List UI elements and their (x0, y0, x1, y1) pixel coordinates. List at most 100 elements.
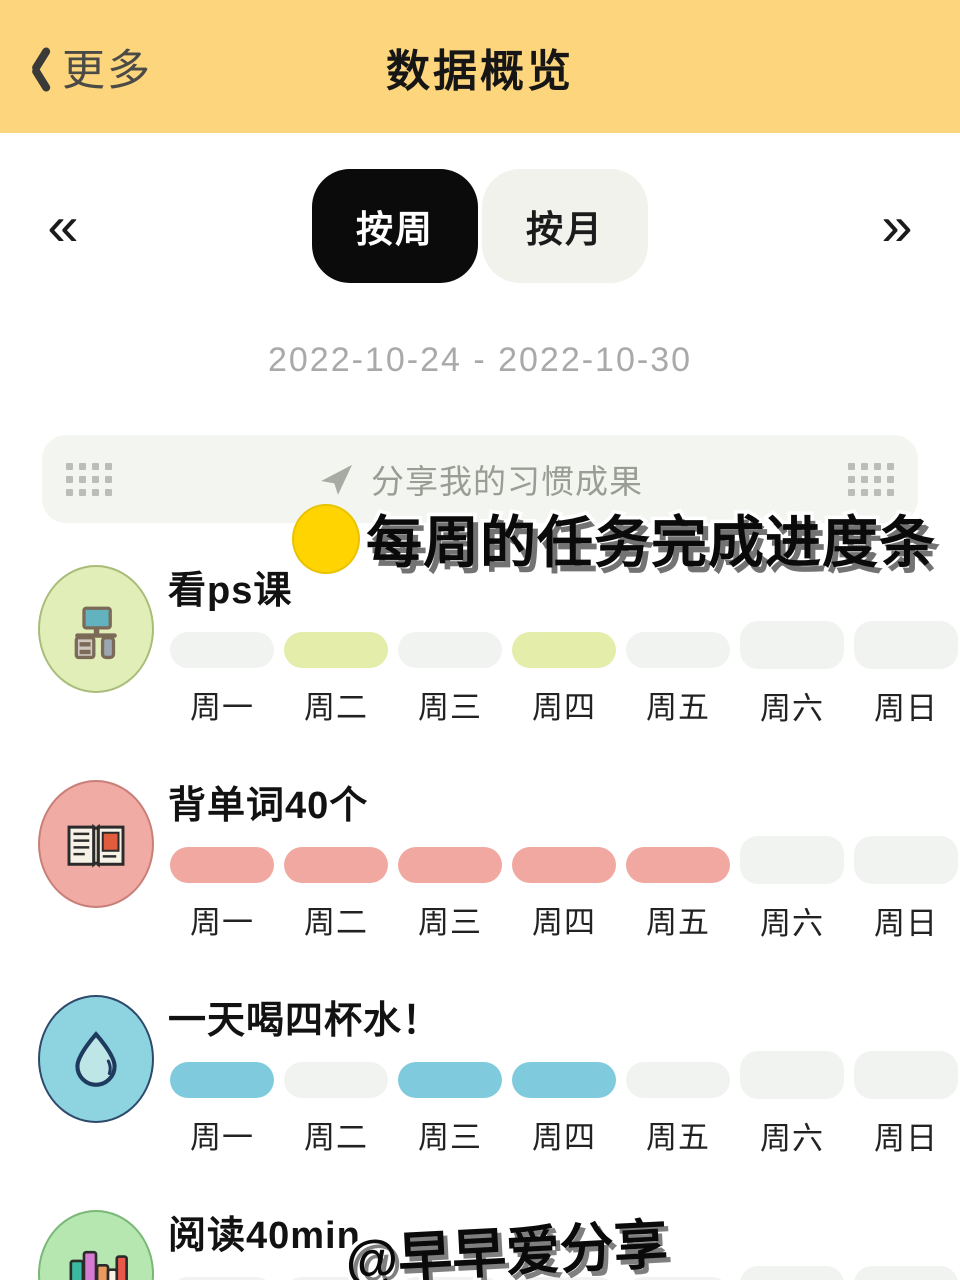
habit-body: 一天喝四杯水！ 周一 周二 周三 周四 周五 周六 周日 (168, 965, 960, 1158)
progress-bar-empty (854, 1051, 958, 1099)
progress-bar-filled (398, 1062, 502, 1098)
progress-bar-empty (626, 632, 730, 668)
progress-bar-filled (512, 632, 616, 668)
day-cell: 周一 (168, 847, 276, 943)
progress-bar-empty (740, 1051, 844, 1099)
previous-period-button[interactable]: « (28, 191, 98, 261)
day-label: 周二 (304, 905, 368, 940)
day-cell: 周三 (396, 1062, 504, 1158)
next-period-button[interactable]: » (862, 191, 932, 261)
day-label: 周一 (190, 690, 254, 725)
habit-row[interactable]: 一天喝四杯水！ 周一 周二 周三 周四 周五 周六 周日 (0, 965, 960, 1180)
habit-body: 看ps课 周一 周二 周三 周四 周五 周六 周日 (168, 535, 960, 728)
date-range-label: 2022-10-24 - 2022-10-30 (267, 341, 693, 379)
progress-bar-filled (626, 847, 730, 883)
progress-bar-empty (740, 621, 844, 669)
day-cell: 周二 (282, 632, 390, 728)
habit-body: 阅读40min 周一周二周三周四周五周六周日 (168, 1180, 960, 1280)
progress-bar-filled (512, 847, 616, 883)
progress-bar-filled (512, 1062, 616, 1098)
day-cell: 周五 (624, 847, 732, 943)
day-label: 周六 (760, 1121, 824, 1156)
drag-grip-icon (848, 462, 894, 496)
day-label: 周四 (532, 905, 596, 940)
progress-bar-empty (854, 1266, 958, 1280)
habit-name: 一天喝四杯水！ (168, 1000, 442, 1042)
habit-icon-wrap (38, 780, 154, 908)
progress-bar-empty (854, 836, 958, 884)
period-tabs: 按周 按月 (312, 169, 648, 283)
day-cell: 周三 (396, 632, 504, 728)
day-cell: 周五 (624, 1062, 732, 1158)
progress-bar-empty (854, 621, 958, 669)
day-label: 周一 (190, 1120, 254, 1155)
day-cell: 周三 (396, 847, 504, 943)
page-title: 数据概览 (386, 46, 574, 96)
habit-row[interactable]: 背单词40个 周一 周二 周三 周四 周五 周六 周日 (0, 750, 960, 965)
progress-bar-empty (398, 632, 502, 668)
day-cell: 周五 (624, 632, 732, 728)
day-label: 周二 (304, 1120, 368, 1155)
day-label: 周四 (532, 1120, 596, 1155)
habit-name: 看ps课 (168, 570, 293, 612)
progress-bar-empty (170, 632, 274, 668)
week-progress-bars: 周一 周二 周三 周四 周五 周六 周日 (168, 1051, 960, 1158)
books-stack-icon (69, 1250, 128, 1280)
share-content: 分享我的习惯成果 (42, 455, 918, 503)
progress-bar-empty (740, 1266, 844, 1280)
day-label: 周五 (646, 905, 710, 940)
water-drop-icon (75, 1031, 117, 1087)
desk-computer-icon (74, 606, 117, 660)
day-label: 周日 (874, 1121, 938, 1156)
day-label: 周五 (646, 690, 710, 725)
progress-bar-filled (284, 847, 388, 883)
progress-bar-empty (626, 1062, 730, 1098)
app-screen: 更多 数据概览 « 按周 按月 » 2022-10-24 - 2022-10-3… (0, 0, 960, 1280)
day-label: 周六 (760, 906, 824, 941)
day-label: 周日 (874, 906, 938, 941)
habit-name: 阅读40min (168, 1215, 361, 1257)
day-cell: 周日 (852, 1051, 960, 1158)
day-label: 周二 (304, 690, 368, 725)
habit-icon-wrap (38, 995, 154, 1123)
day-cell: 周一 (168, 632, 276, 728)
progress-bar-filled (284, 632, 388, 668)
drag-grip-icon (66, 462, 112, 496)
day-cell: 周六 (738, 836, 846, 943)
day-cell: 周二 (282, 1062, 390, 1158)
double-chevron-left-icon: « (47, 194, 79, 257)
habit-icon-wrap (38, 565, 154, 693)
app-header: 更多 数据概览 (0, 0, 960, 133)
day-label: 周日 (874, 691, 938, 726)
day-cell: 周日 (852, 836, 960, 943)
day-cell: 周四 (510, 1062, 618, 1158)
progress-bar-filled (398, 847, 502, 883)
day-cell: 周四 (510, 847, 618, 943)
habit-row[interactable]: 看ps课 周一 周二 周三 周四 周五 周六 周日 (0, 535, 960, 750)
day-cell: 周六 (738, 1051, 846, 1158)
progress-bar-empty (284, 1062, 388, 1098)
day-cell: 周六 (738, 621, 846, 728)
tab-by-week[interactable]: 按周 (312, 169, 478, 283)
day-label: 周四 (532, 690, 596, 725)
progress-bar-filled (170, 847, 274, 883)
habit-row[interactable]: 阅读40min 周一周二周三周四周五周六周日 (0, 1180, 960, 1280)
day-label: 周三 (418, 905, 482, 940)
share-result-bar[interactable]: 分享我的习惯成果 (42, 435, 918, 523)
day-label: 周五 (646, 1120, 710, 1155)
progress-bar-filled (170, 1062, 274, 1098)
open-book-icon (67, 823, 125, 868)
day-cell: 周一 (168, 1062, 276, 1158)
habit-list: 看ps课 周一 周二 周三 周四 周五 周六 周日 背单词40个 周一 周二 周… (0, 535, 960, 1280)
day-cell: 周日 (852, 621, 960, 728)
progress-bar-empty (740, 836, 844, 884)
day-label: 周三 (418, 1120, 482, 1155)
day-cell: 周四 (510, 632, 618, 728)
day-label: 周三 (418, 690, 482, 725)
tab-by-month[interactable]: 按月 (482, 169, 648, 283)
paper-plane-icon (321, 464, 352, 495)
period-switcher: « 按周 按月 » (0, 151, 960, 301)
day-label: 周一 (190, 905, 254, 940)
day-cell: 周二 (282, 847, 390, 943)
week-progress-bars: 周一 周二 周三 周四 周五 周六 周日 (168, 621, 960, 728)
